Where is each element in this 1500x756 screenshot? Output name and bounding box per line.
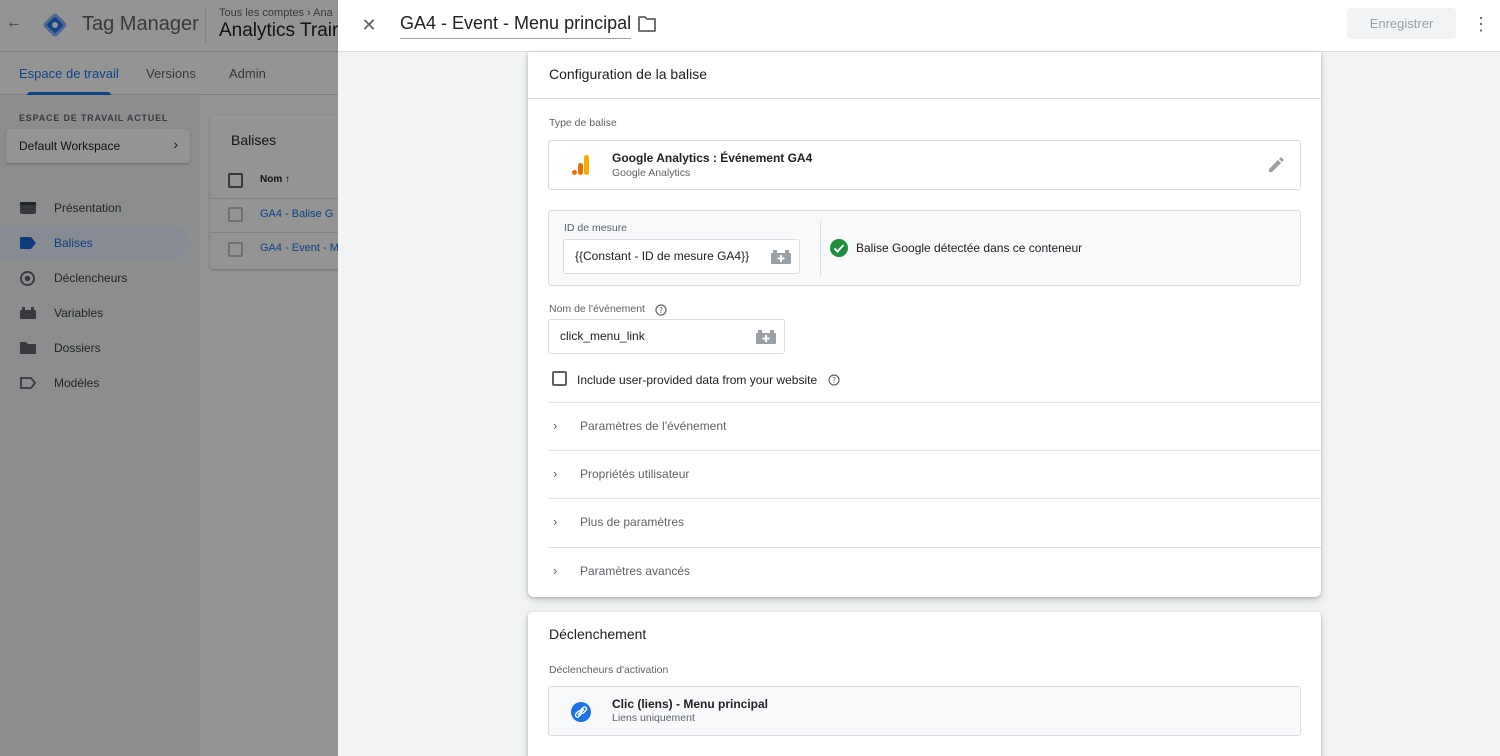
variable-picker-button[interactable] (748, 319, 785, 354)
include-user-data-checkbox[interactable] (552, 371, 567, 386)
check-circle-icon (830, 239, 848, 257)
google-analytics-icon (572, 155, 589, 175)
measurement-id-label: ID de mesure (564, 222, 628, 234)
section-label: Paramètres de l'événement (580, 419, 727, 433)
triggering-card-title: Déclenchement (549, 626, 647, 642)
chevron-right-icon: › (553, 514, 558, 529)
chevron-right-icon: › (553, 418, 558, 433)
section-label: Propriétés utilisateur (580, 467, 690, 481)
chevron-right-icon: › (553, 563, 558, 578)
include-user-data-label[interactable]: Include user-provided data from your web… (577, 373, 817, 387)
save-button[interactable]: Enregistrer (1347, 8, 1456, 39)
panel-header: ✕ GA4 - Event - Menu principal Enregistr… (338, 0, 1500, 52)
triggering-card: Déclenchement Déclencheurs d'activation … (528, 612, 1321, 756)
variable-picker-button[interactable] (763, 239, 800, 274)
measurement-id-section: ID de mesure {{Constant - ID de mesure G… (548, 210, 1301, 286)
help-icon[interactable]: ? (655, 304, 667, 316)
chevron-right-icon: › (553, 466, 558, 481)
event-name-label: Nom de l'événement (549, 303, 645, 315)
pencil-edit-icon[interactable] (1267, 156, 1285, 174)
tag-type-subtitle: Google Analytics (612, 167, 691, 179)
tag-configuration-card: Configuration de la balise Type de balis… (528, 52, 1321, 597)
trigger-subtitle: Liens uniquement (612, 712, 695, 724)
config-card-title: Configuration de la balise (549, 66, 707, 82)
section-user-properties[interactable]: › Propriétés utilisateur (548, 450, 1321, 498)
trigger-name: Clic (liens) - Menu principal (612, 697, 769, 711)
google-tag-detected-text: Balise Google détectée dans ce conteneur (856, 241, 1083, 255)
variable-picker-icon (756, 330, 776, 344)
measurement-id-input[interactable]: {{Constant - ID de mesure GA4}} (563, 239, 764, 274)
tag-editor-panel: ✕ GA4 - Event - Menu principal Enregistr… (338, 0, 1500, 756)
section-label: Plus de paramètres (580, 515, 685, 529)
tag-type-selector[interactable]: Google Analytics : Événement GA4 Google … (548, 140, 1301, 190)
folder-icon[interactable] (637, 15, 657, 33)
section-advanced-settings[interactable]: › Paramètres avancés (548, 547, 1321, 595)
firing-triggers-label: Déclencheurs d'activation (549, 664, 669, 676)
help-icon[interactable]: ? (828, 374, 840, 386)
tag-name-title[interactable]: GA4 - Event - Menu principal (400, 13, 632, 39)
link-click-trigger-icon (571, 702, 591, 722)
variable-picker-icon (771, 250, 791, 264)
svg-text:?: ? (659, 306, 663, 315)
tag-type-name: Google Analytics : Événement GA4 (612, 151, 813, 165)
firing-trigger-item[interactable]: Clic (liens) - Menu principal Liens uniq… (548, 686, 1301, 736)
section-more-settings[interactable]: › Plus de paramètres (548, 498, 1321, 546)
vertical-divider (820, 221, 821, 276)
event-name-input[interactable]: click_menu_link (548, 319, 749, 354)
section-label: Paramètres avancés (580, 564, 691, 578)
svg-text:?: ? (832, 376, 836, 385)
section-event-parameters[interactable]: › Paramètres de l'événement (548, 402, 1321, 450)
close-icon[interactable]: ✕ (358, 14, 380, 36)
more-vert-icon[interactable]: ⋮ (1472, 13, 1490, 35)
card-divider (528, 98, 1321, 99)
tag-type-label: Type de balise (549, 117, 617, 129)
